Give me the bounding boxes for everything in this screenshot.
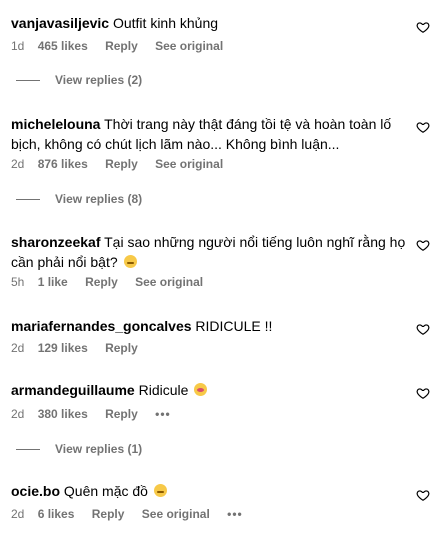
comment-time: 2d — [11, 507, 25, 521]
comment-text: RIDICULE !! — [195, 318, 273, 334]
reply-button[interactable]: Reply — [105, 157, 138, 171]
comment: mariafernandes_goncalves RIDICULE !! — [11, 316, 411, 336]
comment-meta: 2d 876 likes Reply See original — [11, 156, 237, 172]
heart-outline-icon[interactable] — [416, 488, 430, 502]
replies-divider — [16, 80, 40, 82]
comment-time: 1d — [11, 39, 25, 53]
view-replies-button[interactable]: View replies (2) — [16, 72, 142, 88]
comment-text: Ridicule — [138, 382, 189, 398]
comment-username[interactable]: michelelouna — [11, 116, 100, 132]
comment: ocie.bo Quên mặc đồ — [11, 481, 411, 501]
see-original-button[interactable]: See original — [142, 507, 210, 521]
heart-outline-icon[interactable] — [416, 238, 430, 252]
comment-text: Outfit kinh khủng — [112, 15, 219, 31]
likes-count[interactable]: 6 likes — [38, 507, 75, 521]
rolling-eyes-emoji — [153, 484, 167, 497]
comment: sharonzeekaf Tại sao những người nổi tiế… — [11, 232, 411, 272]
comment-username[interactable]: armandeguillaume — [11, 382, 135, 398]
likes-count[interactable]: 465 likes — [38, 39, 88, 53]
comment-username[interactable]: vanjavasiljevic — [11, 15, 109, 31]
comment-meta: 2d 6 likes Reply See original ••• — [11, 506, 257, 522]
comment-meta: 2d 380 likes Reply ••• — [11, 406, 185, 422]
comment-meta: 1d 465 likes Reply See original — [11, 38, 237, 54]
comment: armandeguillaume Ridicule — [11, 380, 411, 400]
comment-time: 2d — [11, 341, 25, 355]
reply-button[interactable]: Reply — [105, 39, 138, 53]
comment-text: Thời trang này thật đáng tồi tệ và hoàn … — [104, 116, 392, 132]
likes-count[interactable]: 129 likes — [38, 341, 88, 355]
view-replies-button[interactable]: View replies (8) — [16, 191, 142, 207]
flushed-face-emoji — [194, 383, 208, 396]
thinking-face-emoji — [123, 255, 137, 268]
comment: vanjavasiljevic Outfit kinh khủng — [11, 13, 411, 33]
comment-text: Quên mặc đồ — [63, 483, 148, 499]
likes-count[interactable]: 876 likes — [38, 157, 88, 171]
likes-count[interactable]: 380 likes — [38, 407, 88, 421]
likes-count[interactable]: 1 like — [38, 275, 68, 289]
more-options-icon[interactable]: ••• — [227, 507, 243, 521]
reply-button[interactable]: Reply — [92, 507, 125, 521]
see-original-button[interactable]: See original — [155, 39, 223, 53]
reply-button[interactable]: Reply — [105, 341, 138, 355]
comment-time: 5h — [11, 275, 25, 289]
view-replies-label: View replies (2) — [55, 73, 143, 87]
view-replies-button[interactable]: View replies (1) — [16, 441, 142, 457]
more-options-icon[interactable]: ••• — [155, 407, 171, 421]
see-original-button[interactable]: See original — [135, 275, 203, 289]
heart-outline-icon[interactable] — [416, 322, 430, 336]
comment-time: 2d — [11, 157, 25, 171]
heart-outline-icon[interactable] — [416, 20, 430, 34]
see-original-button[interactable]: See original — [155, 157, 223, 171]
comment-meta: 5h 1 like Reply See original — [11, 274, 217, 290]
view-replies-label: View replies (8) — [55, 192, 143, 206]
comment-text-continued: cần phải nổi bật? — [11, 254, 118, 270]
comment: michelelouna Thời trang này thật đáng tồ… — [11, 114, 411, 154]
replies-divider — [16, 199, 40, 201]
comment-username[interactable]: mariafernandes_goncalves — [11, 318, 192, 334]
comment-meta: 2d 129 likes Reply — [11, 340, 152, 356]
replies-divider — [16, 449, 40, 451]
comment-username[interactable]: ocie.bo — [11, 483, 60, 499]
view-replies-label: View replies (1) — [55, 442, 143, 456]
comment-text: Tại sao những người nổi tiếng luôn nghĩ … — [104, 234, 406, 250]
reply-button[interactable]: Reply — [105, 407, 138, 421]
reply-button[interactable]: Reply — [85, 275, 118, 289]
comment-time: 2d — [11, 407, 25, 421]
comment-username[interactable]: sharonzeekaf — [11, 234, 100, 250]
heart-outline-icon[interactable] — [416, 120, 430, 134]
heart-outline-icon[interactable] — [416, 386, 430, 400]
comment-text-continued: bịch, không có chút lịch lãm nào... Khôn… — [11, 136, 340, 152]
